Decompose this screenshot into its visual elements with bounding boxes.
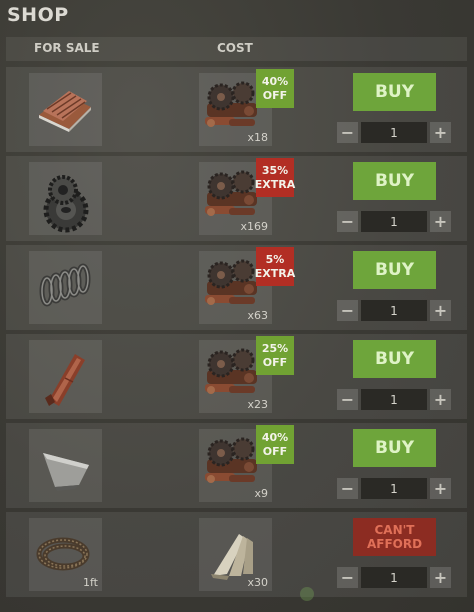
buy-button[interactable]: BUY: [353, 73, 436, 111]
badge-label: EXTRA: [254, 266, 296, 280]
faded-circle-icon: [300, 587, 314, 601]
cant-afford-label-line2: AFFORD: [366, 537, 423, 551]
shop-row: x23 25% OFF BUY − +: [6, 334, 467, 419]
cost-quantity: x9: [254, 487, 268, 500]
badge-percent: 25%: [261, 341, 289, 355]
gears-icon: [29, 162, 102, 235]
cant-afford-button: CAN'T AFFORD: [353, 518, 436, 556]
item-slot[interactable]: [29, 73, 102, 146]
cost-quantity: x23: [247, 398, 268, 411]
decrease-quantity-button[interactable]: −: [337, 300, 358, 321]
increase-quantity-button[interactable]: +: [430, 389, 451, 410]
buy-button[interactable]: BUY: [353, 429, 436, 467]
markup-badge: 35% EXTRA: [254, 158, 296, 197]
badge-percent: 40%: [261, 430, 289, 444]
quantity-input[interactable]: [361, 211, 427, 232]
badge-percent: 35%: [261, 163, 289, 177]
discount-badge: 40% OFF: [256, 69, 294, 108]
cost-quantity: x169: [240, 220, 268, 233]
discount-badge: 25% OFF: [256, 336, 294, 375]
buy-button[interactable]: BUY: [353, 251, 436, 289]
increase-quantity-button[interactable]: +: [430, 300, 451, 321]
increase-quantity-button[interactable]: +: [430, 211, 451, 232]
increase-quantity-button[interactable]: +: [430, 122, 451, 143]
cant-afford-label-line1: CAN'T: [374, 523, 415, 537]
shop-title: SHOP: [7, 4, 69, 26]
buy-button[interactable]: BUY: [353, 162, 436, 200]
increase-quantity-button[interactable]: +: [430, 478, 451, 499]
discount-badge: 40% OFF: [256, 425, 294, 464]
item-slot[interactable]: [29, 251, 102, 324]
cost-column-label: COST: [217, 41, 253, 55]
quantity-input[interactable]: [361, 300, 427, 321]
badge-label: OFF: [262, 355, 288, 369]
decrease-quantity-button[interactable]: −: [337, 478, 358, 499]
sheet-metal-icon: [29, 73, 102, 146]
metal-pipe-icon: [29, 340, 102, 413]
cost-slot: x30: [199, 518, 272, 591]
buy-button[interactable]: BUY: [353, 340, 436, 378]
item-quantity: 1ft: [83, 576, 98, 589]
shop-row: x63 5% EXTRA BUY − +: [6, 245, 467, 330]
cost-quantity: x63: [247, 309, 268, 322]
item-slot[interactable]: [29, 429, 102, 502]
shop-row: x18 40% OFF BUY − +: [6, 67, 467, 152]
increase-quantity-button[interactable]: +: [430, 567, 451, 588]
shop-row: x169 35% EXTRA BUY − +: [6, 156, 467, 241]
badge-label: EXTRA: [254, 177, 296, 191]
for-sale-column-label: FOR SALE: [34, 41, 100, 55]
decrease-quantity-button[interactable]: −: [337, 211, 358, 232]
cost-quantity: x18: [247, 131, 268, 144]
cost-quantity: x30: [247, 576, 268, 589]
decrease-quantity-button[interactable]: −: [337, 122, 358, 143]
quantity-input[interactable]: [361, 389, 427, 410]
badge-percent: 40%: [261, 74, 289, 88]
item-slot[interactable]: 1ft: [29, 518, 102, 591]
quantity-input[interactable]: [361, 478, 427, 499]
badge-label: OFF: [262, 88, 288, 102]
markup-badge: 5% EXTRA: [254, 247, 296, 286]
shop-row: x9 40% OFF BUY − +: [6, 423, 467, 508]
badge-percent: 5%: [265, 252, 285, 266]
decrease-quantity-button[interactable]: −: [337, 389, 358, 410]
badge-label: OFF: [262, 444, 288, 458]
item-slot[interactable]: [29, 162, 102, 235]
faded-overlay-hint: [300, 585, 410, 603]
shop-column-header: FOR SALE COST: [6, 37, 467, 61]
quantity-input[interactable]: [361, 122, 427, 143]
item-slot[interactable]: [29, 340, 102, 413]
metal-spring-icon: [29, 251, 102, 324]
metal-blade-icon: [29, 429, 102, 502]
